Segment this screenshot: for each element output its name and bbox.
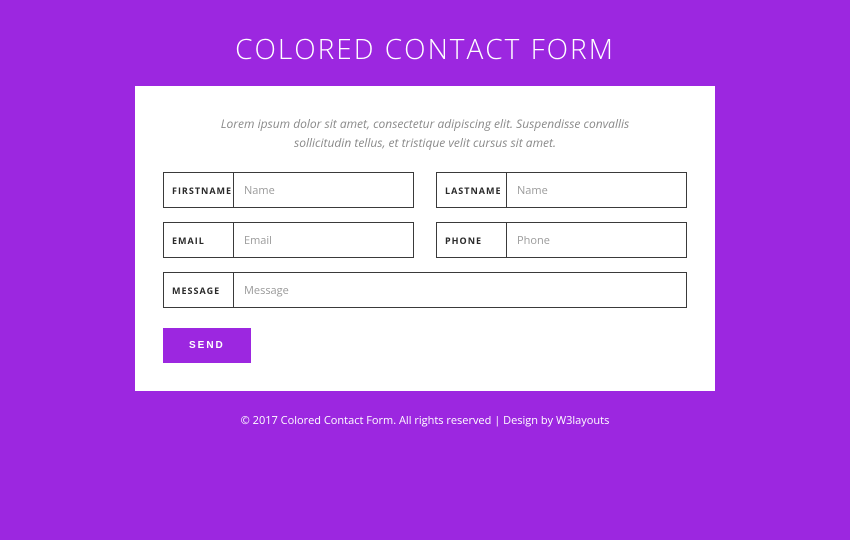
footer: © 2017 Colored Contact Form. All rights …	[0, 413, 850, 428]
email-label: EMAIL	[164, 223, 234, 257]
phone-field-group: PHONE	[436, 222, 687, 258]
firstname-field-group: FIRSTNAME	[163, 172, 414, 208]
email-field-group: EMAIL	[163, 222, 414, 258]
email-input[interactable]	[234, 223, 413, 257]
send-button[interactable]: SEND	[163, 328, 251, 363]
lastname-input[interactable]	[507, 173, 686, 207]
page-title: COLORED CONTACT FORM	[0, 0, 850, 86]
intro-line1: Lorem ipsum dolor sit amet, consectetur …	[221, 115, 629, 132]
intro-text: Lorem ipsum dolor sit amet, consectetur …	[163, 114, 687, 172]
firstname-input[interactable]	[234, 173, 413, 207]
message-field-group: MESSAGE	[163, 272, 687, 308]
phone-label: PHONE	[437, 223, 507, 257]
message-label: MESSAGE	[164, 273, 234, 307]
intro-line2: sollicitudin tellus, et tristique velit …	[294, 134, 556, 151]
form-card: Lorem ipsum dolor sit amet, consectetur …	[135, 86, 715, 391]
lastname-field-group: LASTNAME	[436, 172, 687, 208]
firstname-label: FIRSTNAME	[164, 173, 234, 207]
message-input[interactable]	[234, 273, 686, 307]
footer-link[interactable]: W3layouts	[556, 413, 609, 428]
footer-copyright: © 2017 Colored Contact Form. All rights …	[241, 413, 556, 428]
phone-input[interactable]	[507, 223, 686, 257]
lastname-label: LASTNAME	[437, 173, 507, 207]
